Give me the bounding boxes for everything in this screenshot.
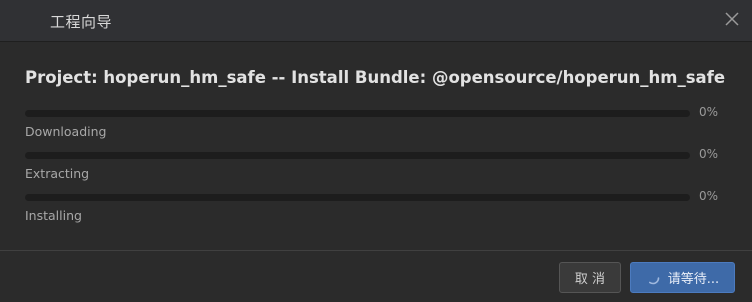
step-label: Extracting [25,166,90,181]
progress-track [25,152,690,159]
step-downloading: 0% Downloading [25,105,730,144]
install-heading: Project: hoperun_hm_safe -- Install Bund… [25,68,726,87]
wait-button[interactable]: 请等待... [630,262,735,293]
close-icon[interactable] [724,11,740,27]
step-label: Downloading [25,124,107,139]
step-installing: 0% Installing [25,189,730,228]
progress-track [25,194,690,201]
cancel-button[interactable]: 取 消 [559,262,621,293]
loading-spinner-icon [646,271,660,284]
step-extracting: 0% Extracting [25,147,730,186]
progress-track [25,110,690,117]
step-label: Installing [25,208,82,223]
dialog-title: 工程向导 [50,13,113,31]
titlebar: 工程向导 [0,0,752,42]
progress-percent: 0% [699,189,719,203]
wait-button-label: 请等待... [667,272,720,287]
project-wizard-dialog: 工程向导 Project: hoperun_hm_safe -- Install… [0,0,752,302]
progress-percent: 0% [699,147,719,161]
cancel-button-label: 取 消 [574,272,606,287]
progress-percent: 0% [699,105,719,119]
